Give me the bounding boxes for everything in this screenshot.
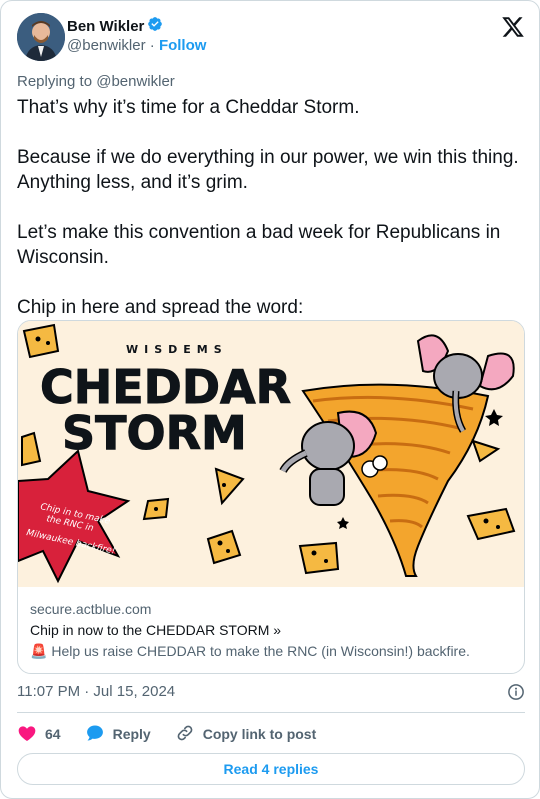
link-banner-image[interactable]: Chip in to make the RNC in Milwaukee bac…	[18, 321, 524, 587]
link-description-row: 🚨 Help us raise CHEDDAR to make the RNC …	[30, 641, 470, 662]
verified-badge-icon	[147, 16, 163, 36]
author-name[interactable]: Ben Wikler	[67, 18, 144, 35]
link-description: Help us raise CHEDDAR to make the RNC (i…	[51, 643, 470, 659]
reply-bubble-icon	[85, 723, 105, 746]
reply-label: Reply	[112, 726, 151, 742]
link-domain: secure.actblue.com	[30, 601, 152, 617]
replying-to[interactable]: Replying to @benwikler	[17, 73, 175, 90]
tweet-paragraph: That’s why it’s time for a Cheddar Storm…	[17, 97, 360, 118]
copy-link-label: Copy link to post	[202, 726, 317, 742]
tweet-paragraph: Let’s make this convention a bad week fo…	[17, 222, 501, 268]
timestamp[interactable]: 11:07 PM · Jul 15, 2024	[17, 683, 175, 700]
copy-link-button[interactable]: Copy link to post	[175, 723, 317, 746]
follow-button[interactable]: Follow	[159, 37, 207, 54]
siren-icon: 🚨	[30, 643, 48, 659]
avatar[interactable]	[17, 13, 65, 61]
tweet-embed-card: Ben Wikler @benwikler · Follow Replying …	[0, 0, 540, 799]
link-preview-card[interactable]: Chip in to make the RNC in Milwaukee bac…	[17, 320, 525, 674]
author-handle-row: @benwikler · Follow	[67, 37, 206, 54]
heart-icon	[17, 723, 37, 746]
like-count: 64	[45, 726, 61, 742]
author-name-row: Ben Wikler	[67, 16, 163, 36]
tweet-text: That’s why it’s time for a Cheddar Storm…	[17, 95, 527, 345]
divider	[17, 712, 525, 713]
link-meta: secure.actblue.com Chip in now to the CH…	[30, 599, 470, 662]
tweet-paragraph: Because if we do everything in our power…	[17, 147, 519, 193]
link-title[interactable]: Chip in now to the CHEDDAR STORM »	[30, 620, 470, 641]
tweet-paragraph: Chip in here and spread the word:	[17, 297, 304, 318]
timestamp-row: 11:07 PM · Jul 15, 2024	[17, 683, 525, 700]
x-logo-icon[interactable]	[501, 15, 525, 39]
author-handle[interactable]: @benwikler	[67, 37, 146, 54]
read-replies-button[interactable]: Read 4 replies	[17, 753, 525, 785]
like-button[interactable]: 64	[17, 723, 61, 746]
reply-button[interactable]: Reply	[85, 723, 151, 746]
separator: ·	[149, 37, 155, 54]
tweet-header: Ben Wikler @benwikler · Follow	[17, 13, 525, 61]
action-bar: 64 Reply Copy link to post	[17, 723, 525, 745]
org-logo-text: WISDEMS	[126, 343, 228, 356]
headline-storm: STORM	[62, 406, 247, 460]
info-icon[interactable]	[507, 683, 525, 701]
link-icon	[175, 723, 195, 746]
